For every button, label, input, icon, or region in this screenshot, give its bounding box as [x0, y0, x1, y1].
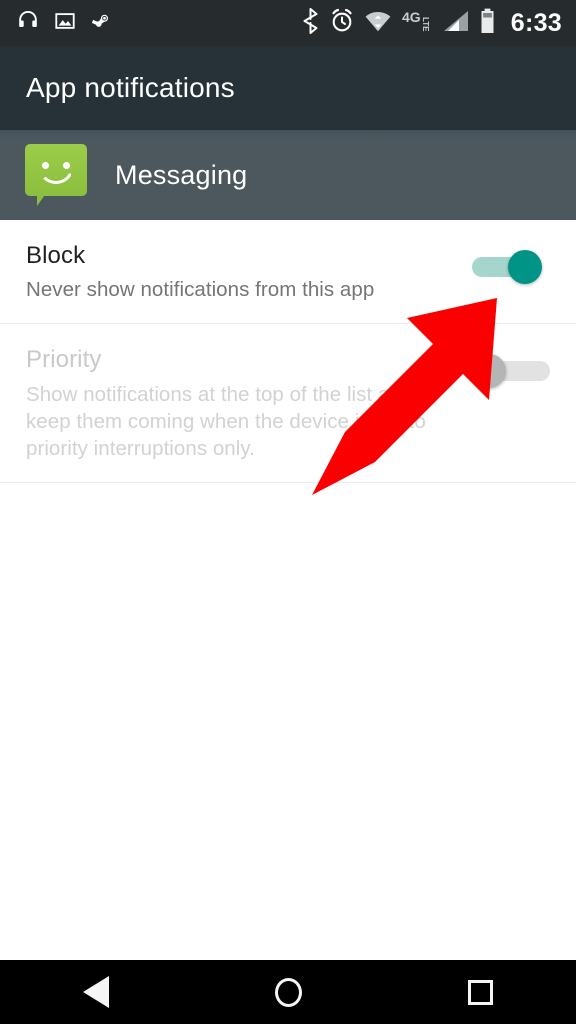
- block-toggle-thumb: [508, 250, 542, 284]
- priority-subtitle: Show notifications at the top of the lis…: [26, 382, 426, 460]
- steam-icon: [90, 10, 114, 37]
- page-title: App notifications: [26, 72, 235, 103]
- status-bar-clock: 6:33: [510, 8, 562, 37]
- messaging-app-icon: [25, 144, 87, 206]
- cell-signal-icon: [443, 10, 469, 37]
- svg-text:4G: 4G: [402, 9, 421, 25]
- recents-square-icon: [467, 979, 493, 1005]
- app-header: Messaging: [0, 130, 576, 220]
- block-toggle[interactable]: [472, 250, 550, 284]
- svg-text:LTE: LTE: [421, 17, 430, 32]
- back-triangle-icon: [83, 976, 109, 1008]
- system-navigation-bar: [0, 960, 576, 1024]
- alarm-clock-icon: [330, 8, 354, 38]
- nav-back-button[interactable]: [0, 960, 192, 1024]
- nav-home-button[interactable]: [192, 960, 384, 1024]
- android-app-notifications-screen: 4G LTE 6:33 App notifications Messaging …: [0, 0, 576, 1024]
- status-bar-right-icons: 4G LTE 6:33: [302, 7, 562, 39]
- wifi-icon: [365, 10, 391, 37]
- block-title: Block: [26, 242, 86, 269]
- priority-row-text: Priority Show notifications at the top o…: [0, 346, 472, 461]
- battery-icon: [480, 8, 495, 39]
- status-bar-left-icons: [16, 9, 114, 38]
- headphones-icon: [16, 9, 40, 38]
- priority-toggle: [472, 354, 550, 389]
- speech-bubble-tail: [37, 192, 58, 206]
- network-type-icon: 4G LTE: [402, 9, 432, 38]
- priority-title: Priority: [26, 346, 102, 374]
- action-bar: App notifications: [0, 46, 576, 130]
- app-name-label: Messaging: [115, 159, 248, 190]
- screenshot-image-icon: [54, 10, 76, 37]
- setting-row-priority: Priority Show notifications at the top o…: [0, 324, 576, 481]
- setting-row-block[interactable]: Block Never show notifications from this…: [0, 220, 576, 323]
- priority-toggle-thumb: [472, 354, 506, 389]
- bluetooth-icon: [302, 7, 319, 39]
- list-divider-2: [0, 481, 576, 483]
- block-row-text: Block Never show notifications from this…: [0, 242, 472, 303]
- block-subtitle: Never show notifications from this app: [26, 278, 375, 302]
- settings-list: Block Never show notifications from this…: [0, 220, 576, 483]
- home-circle-icon: [274, 977, 302, 1007]
- nav-recents-button[interactable]: [384, 960, 576, 1024]
- status-bar: 4G LTE 6:33: [0, 0, 576, 46]
